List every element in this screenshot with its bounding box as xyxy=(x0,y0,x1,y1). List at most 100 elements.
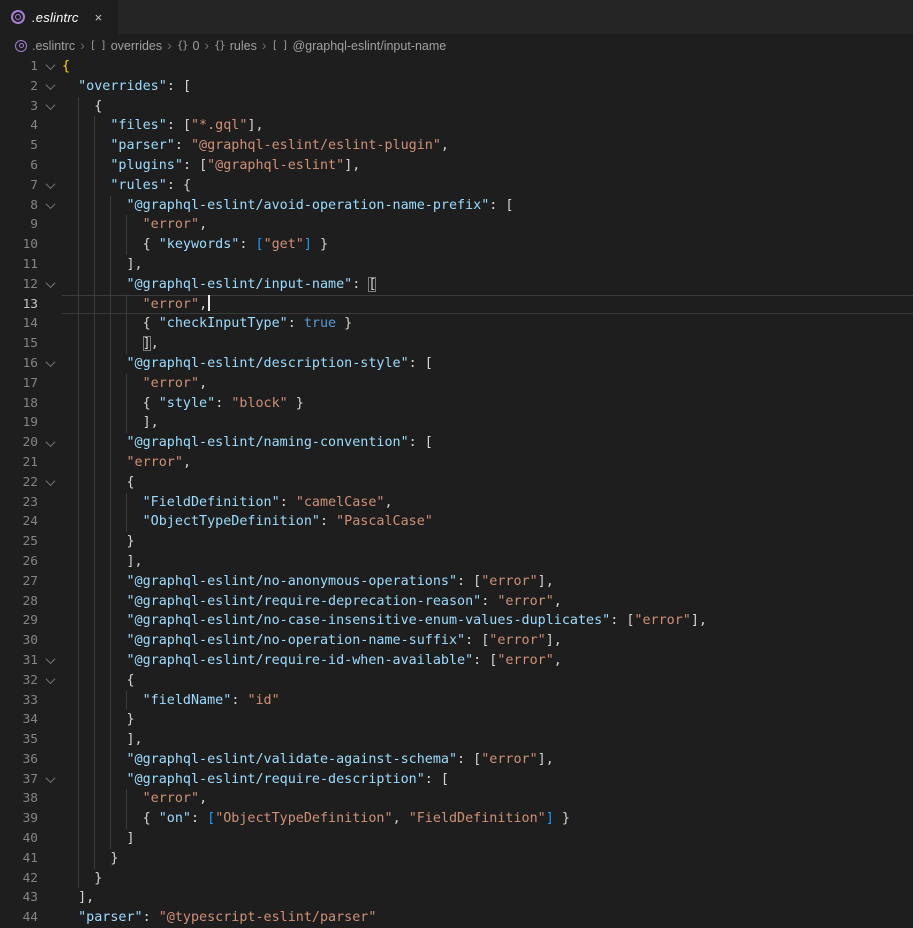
code-token: "camelCase" xyxy=(296,495,385,510)
line-number: 22 xyxy=(0,473,38,493)
code-token: { xyxy=(127,673,135,688)
line-number: 28 xyxy=(0,592,38,612)
fold-chevron-icon[interactable] xyxy=(38,770,62,790)
code-line[interactable]: 29 "@graphql-eslint/no-case-insensitive-… xyxy=(0,611,913,631)
code-line[interactable]: 24 "ObjectTypeDefinition": "PascalCase" xyxy=(0,512,913,532)
code-line[interactable]: 12 "@graphql-eslint/input-name": [ xyxy=(0,275,913,295)
code-token: : xyxy=(175,138,191,153)
fold-spacer xyxy=(38,611,62,631)
fold-chevron-icon[interactable] xyxy=(38,651,62,671)
fold-chevron-icon[interactable] xyxy=(38,275,62,295)
code-line[interactable]: 32 { xyxy=(0,671,913,691)
code-token: "@graphql-eslint/require-description" xyxy=(127,772,425,787)
code-line[interactable]: 14 { "checkInputType": true } xyxy=(0,314,913,334)
breadcrumb-item-overrides[interactable]: [ ]overrides xyxy=(90,39,162,53)
code-line[interactable]: 30 "@graphql-eslint/no-operation-name-su… xyxy=(0,631,913,651)
fold-chevron-icon[interactable] xyxy=(38,196,62,216)
fold-chevron-icon[interactable] xyxy=(38,57,62,77)
code-token: true xyxy=(304,316,336,331)
code-token: } xyxy=(312,237,328,252)
code-line[interactable]: 22 { xyxy=(0,473,913,493)
tab-bar: .eslintrc × xyxy=(0,0,913,34)
code-token: } xyxy=(127,534,135,549)
code-line[interactable]: 44 "parser": "@typescript-eslint/parser" xyxy=(0,908,913,928)
code-line[interactable]: 8 "@graphql-eslint/avoid-operation-name-… xyxy=(0,196,913,216)
code-line[interactable]: 4 "files": ["*.gql"], xyxy=(0,116,913,136)
code-text: ] xyxy=(62,829,913,849)
code-token: "ObjectTypeDefinition" xyxy=(215,811,392,826)
tab-title: .eslintrc xyxy=(32,10,79,25)
fold-chevron-icon[interactable] xyxy=(38,97,62,117)
code-line[interactable]: 15 ], xyxy=(0,334,913,354)
code-line[interactable]: 21 "error", xyxy=(0,453,913,473)
code-line[interactable]: 10 { "keywords": ["get"] } xyxy=(0,235,913,255)
line-number: 12 xyxy=(0,275,38,295)
code-line[interactable]: 40 ] xyxy=(0,829,913,849)
code-line[interactable]: 1{ xyxy=(0,57,913,77)
close-icon[interactable]: × xyxy=(95,11,103,24)
fold-spacer xyxy=(38,572,62,592)
code-text: "@graphql-eslint/require-deprecation-rea… xyxy=(62,592,913,612)
code-line[interactable]: 23 "FieldDefinition": "camelCase", xyxy=(0,493,913,513)
fold-chevron-icon[interactable] xyxy=(38,354,62,374)
code-line[interactable]: 33 "fieldName": "id" xyxy=(0,691,913,711)
code-line[interactable]: 3 { xyxy=(0,97,913,117)
code-token: "@graphql-eslint/require-id-when-availab… xyxy=(127,653,474,668)
fold-chevron-icon[interactable] xyxy=(38,77,62,97)
code-line[interactable]: 38 "error", xyxy=(0,789,913,809)
code-text: "parser": "@graphql-eslint/eslint-plugin… xyxy=(62,136,913,156)
code-line[interactable]: 28 "@graphql-eslint/require-deprecation-… xyxy=(0,592,913,612)
code-text: { "on": ["ObjectTypeDefinition", "FieldD… xyxy=(62,809,913,829)
code-token: "@graphql-eslint/input-name" xyxy=(127,277,353,292)
breadcrumb-item-rules[interactable]: {}rules xyxy=(214,39,257,53)
breadcrumb-separator: › xyxy=(80,38,85,52)
tab-eslintrc[interactable]: .eslintrc × xyxy=(0,0,118,34)
code-line[interactable]: 26 ], xyxy=(0,552,913,572)
fold-spacer xyxy=(38,552,62,572)
code-line[interactable]: 19 ], xyxy=(0,413,913,433)
code-line[interactable]: 27 "@graphql-eslint/no-anonymous-operati… xyxy=(0,572,913,592)
code-line[interactable]: 34 } xyxy=(0,710,913,730)
code-line[interactable]: 41 } xyxy=(0,849,913,869)
code-line[interactable]: 5 "parser": "@graphql-eslint/eslint-plug… xyxy=(0,136,913,156)
breadcrumb-label: @graphql-eslint/input-name xyxy=(292,39,446,53)
code-line[interactable]: 11 ], xyxy=(0,255,913,275)
breadcrumb-item-0[interactable]: {}0 xyxy=(177,39,200,53)
code-line[interactable]: 20 "@graphql-eslint/naming-convention": … xyxy=(0,433,913,453)
code-line[interactable]: 7 "rules": { xyxy=(0,176,913,196)
code-line[interactable]: 17 "error", xyxy=(0,374,913,394)
code-token: "error" xyxy=(497,653,553,668)
code-line[interactable]: 43 ], xyxy=(0,888,913,908)
code-line[interactable]: 31 "@graphql-eslint/require-id-when-avai… xyxy=(0,651,913,671)
code-token: : xyxy=(280,495,296,510)
code-line[interactable]: 9 "error", xyxy=(0,215,913,235)
breadcrumb-item-eslintrc[interactable]: .eslintrc xyxy=(15,39,75,53)
code-token: : xyxy=(215,396,231,411)
fold-chevron-icon[interactable] xyxy=(38,176,62,196)
breadcrumb-item-graphql-eslint-input-name[interactable]: [ ]@graphql-eslint/input-name xyxy=(272,39,447,53)
code-text: ], xyxy=(62,730,913,750)
line-number: 13 xyxy=(0,295,38,315)
code-line[interactable]: 13 "error", xyxy=(0,295,913,315)
code-line[interactable]: 2 "overrides": [ xyxy=(0,77,913,97)
code-token: "@graphql-eslint/require-deprecation-rea… xyxy=(127,594,482,609)
code-line[interactable]: 25 } xyxy=(0,532,913,552)
code-line[interactable]: 42 } xyxy=(0,869,913,889)
code-line[interactable]: 18 { "style": "block" } xyxy=(0,394,913,414)
code-token: : xyxy=(457,752,473,767)
fold-spacer xyxy=(38,453,62,473)
code-line[interactable]: 35 ], xyxy=(0,730,913,750)
code-editor[interactable]: 1{2 "overrides": [3 {4 "files": ["*.gql"… xyxy=(0,57,913,928)
code-token: : xyxy=(610,613,626,628)
code-text: } xyxy=(62,532,913,552)
code-line[interactable]: 36 "@graphql-eslint/validate-against-sch… xyxy=(0,750,913,770)
code-line[interactable]: 16 "@graphql-eslint/description-style": … xyxy=(0,354,913,374)
fold-chevron-icon[interactable] xyxy=(38,433,62,453)
code-line[interactable]: 39 { "on": ["ObjectTypeDefinition", "Fie… xyxy=(0,809,913,829)
code-token: , xyxy=(441,138,449,153)
code-line[interactable]: 37 "@graphql-eslint/require-description"… xyxy=(0,770,913,790)
code-line[interactable]: 6 "plugins": ["@graphql-eslint"], xyxy=(0,156,913,176)
fold-chevron-icon[interactable] xyxy=(38,671,62,691)
fold-chevron-icon[interactable] xyxy=(38,473,62,493)
code-token: "error" xyxy=(143,217,199,232)
